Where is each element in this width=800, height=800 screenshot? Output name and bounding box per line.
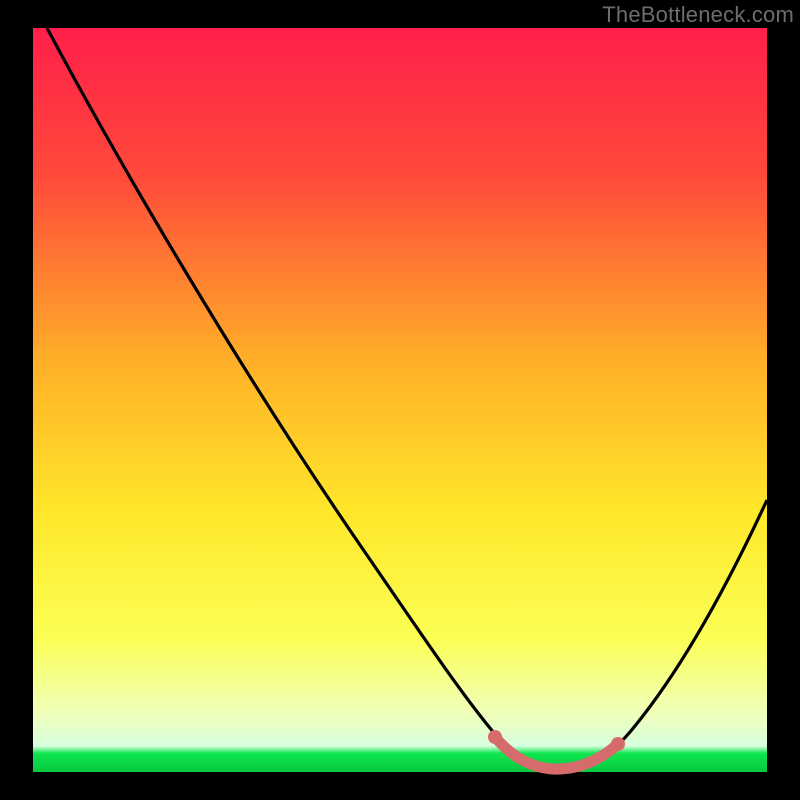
highlight-dot-right <box>611 737 625 751</box>
plot-area <box>33 28 767 772</box>
chart-stage: TheBottleneck.com <box>0 0 800 800</box>
bottleneck-chart <box>0 0 800 800</box>
watermark-text: TheBottleneck.com <box>602 2 794 28</box>
highlight-dot-left <box>488 730 502 744</box>
